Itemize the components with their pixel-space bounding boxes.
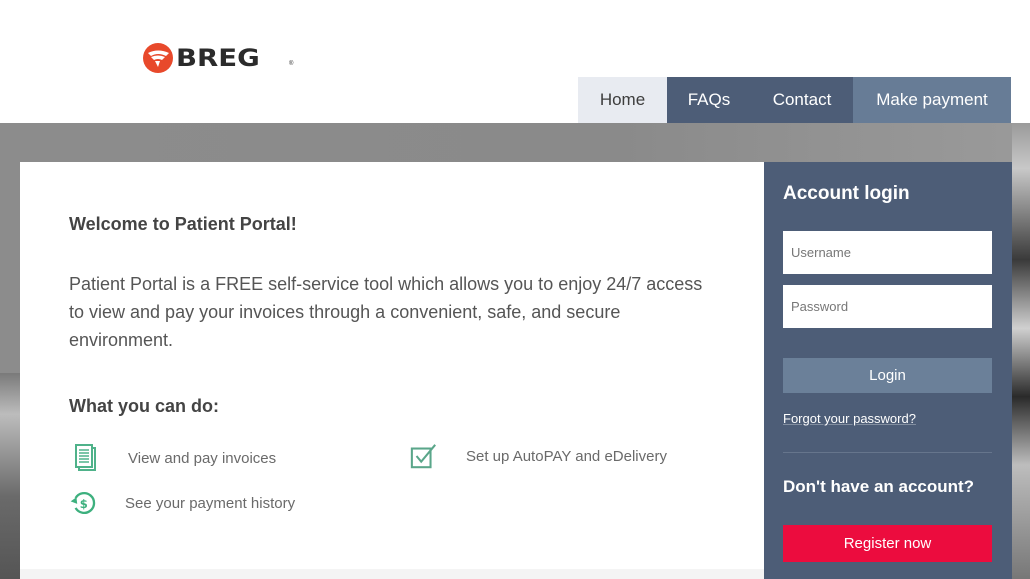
what-you-can-do-title: What you can do: (69, 396, 219, 416)
nav-contact[interactable]: Contact (751, 77, 853, 123)
feature-label: View and pay invoices (128, 449, 277, 467)
welcome-title: Welcome to Patient Portal! (69, 214, 297, 234)
payment-history-icon: $ (69, 489, 97, 517)
account-login-title: Account login (783, 183, 910, 204)
checkbox-icon (410, 442, 438, 470)
nav-home[interactable]: Home (578, 77, 667, 123)
nav-make-payment[interactable]: Make payment (853, 77, 1011, 123)
username-input[interactable] (783, 231, 992, 274)
intro-text: Patient Portal is a FREE self-service to… (69, 274, 703, 350)
feature-payment-history: $ See your payment history (69, 489, 295, 517)
panel-divider (783, 452, 992, 453)
site-header: BREG ® Home FAQs Contact Make payment (0, 0, 1030, 123)
login-button[interactable]: Login (783, 358, 992, 393)
breg-logo-icon (143, 43, 173, 73)
no-account-title: Don't have an account? (783, 477, 975, 496)
password-input[interactable] (783, 285, 992, 328)
welcome-card-footer (20, 569, 764, 579)
hero-image-left (0, 373, 20, 579)
feature-label: Set up AutoPAY and eDelivery (466, 447, 667, 465)
document-icon (72, 444, 100, 472)
register-now-button[interactable]: Register now (783, 525, 992, 562)
svg-text:$: $ (80, 497, 88, 511)
forgot-password-link[interactable]: Forgot your password? (783, 411, 916, 426)
nav-faqs[interactable]: FAQs (667, 77, 751, 123)
breg-logo[interactable]: BREG ® (142, 42, 293, 74)
feature-label: See your payment history (125, 494, 296, 512)
registered-mark: ® (289, 61, 294, 67)
main-nav: Home FAQs Contact Make payment (578, 77, 1011, 123)
feature-view-invoices: View and pay invoices (72, 444, 276, 472)
brand-name: BREG (176, 44, 260, 72)
hero-image-right (1012, 123, 1030, 579)
feature-autopay: Set up AutoPAY and eDelivery (410, 442, 667, 470)
